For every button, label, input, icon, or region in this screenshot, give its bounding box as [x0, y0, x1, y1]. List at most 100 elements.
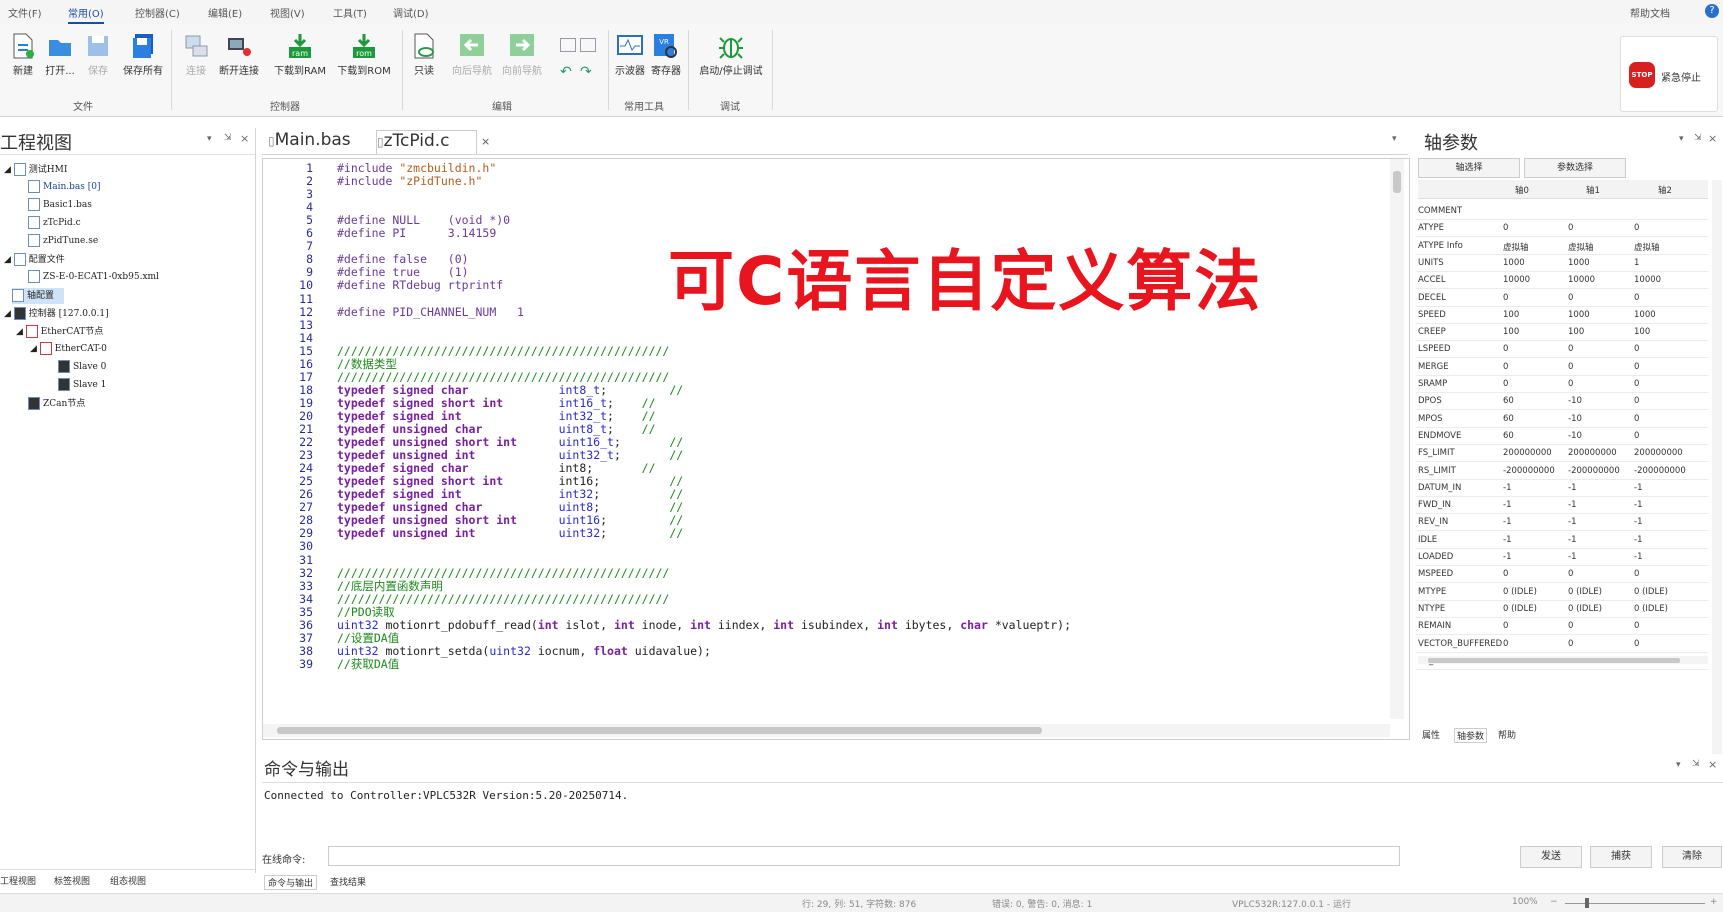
- param-value[interactable]: 0: [1634, 431, 1639, 441]
- download-ram-button[interactable]: ram 下载到RAM: [272, 32, 328, 77]
- zoom-in-icon[interactable]: +: [1710, 897, 1718, 907]
- param-value[interactable]: 0: [1634, 621, 1639, 631]
- param-value[interactable]: 0: [1634, 293, 1639, 303]
- param-value[interactable]: 0: [1568, 223, 1573, 233]
- param-value[interactable]: 0: [1568, 362, 1573, 372]
- scroll-thumb[interactable]: [1393, 171, 1401, 193]
- param-value[interactable]: 0: [1568, 639, 1573, 649]
- menu-file[interactable]: 文件(F): [8, 5, 42, 20]
- tree-item-basic1[interactable]: Basic1.bas: [28, 198, 92, 214]
- param-value[interactable]: 0: [1634, 223, 1639, 233]
- param-value[interactable]: 200000000: [1568, 448, 1617, 458]
- vertical-scrollbar[interactable]: [1712, 180, 1722, 840]
- param-value[interactable]: -200000000: [1503, 466, 1555, 476]
- param-value[interactable]: 1000: [1634, 310, 1656, 320]
- tree-item-project[interactable]: ◢ 测试HMI: [4, 162, 67, 178]
- tree-item-axis-config[interactable]: 轴配置: [12, 288, 64, 304]
- capture-button[interactable]: 捕获: [1590, 846, 1652, 868]
- param-value[interactable]: 0: [1634, 639, 1639, 649]
- param-value[interactable]: 虚拟轴: [1568, 241, 1594, 253]
- scroll-thumb[interactable]: [1428, 658, 1680, 663]
- param-value[interactable]: 200000000: [1503, 448, 1552, 458]
- param-value[interactable]: 0: [1503, 344, 1508, 354]
- param-value[interactable]: 虚拟轴: [1503, 241, 1529, 253]
- panel-dropdown-icon[interactable]: ▾: [207, 134, 212, 144]
- tree-item-config[interactable]: ◢ 配置文件: [4, 252, 65, 268]
- undo-icon[interactable]: ↶: [560, 64, 572, 80]
- save-all-button[interactable]: 保存所有: [120, 32, 166, 77]
- param-value[interactable]: 0: [1503, 621, 1508, 631]
- param-value[interactable]: -1: [1503, 535, 1511, 545]
- disconnect-button[interactable]: 断开连接: [216, 32, 262, 77]
- zoom-out-icon[interactable]: −: [1550, 897, 1558, 907]
- param-value[interactable]: 0: [1634, 414, 1639, 424]
- outdent-icon[interactable]: [580, 38, 596, 52]
- online-command-input[interactable]: [328, 846, 1400, 866]
- param-value[interactable]: -200000000: [1634, 466, 1686, 476]
- param-value[interactable]: 0 (IDLE): [1568, 604, 1602, 614]
- open-button[interactable]: 打开...: [40, 32, 80, 77]
- close-icon[interactable]: ×: [1708, 758, 1717, 771]
- param-value[interactable]: -1: [1503, 517, 1511, 527]
- param-value[interactable]: 虚拟轴: [1634, 241, 1660, 253]
- axis-param-row[interactable]: NTYPE 0 (IDLE) 0 (IDLE) 0 (IDLE): [1416, 600, 1708, 618]
- axis-param-row[interactable]: REV_IN -1 -1 -1: [1416, 513, 1708, 532]
- tab-properties[interactable]: 属性: [1422, 728, 1440, 741]
- tab-close-icon[interactable]: ×: [481, 135, 490, 148]
- param-value[interactable]: 0 (IDLE): [1503, 604, 1537, 614]
- panel-dropdown-icon[interactable]: ▾: [1676, 760, 1681, 770]
- param-value[interactable]: -1: [1634, 552, 1642, 562]
- axis-param-row[interactable]: VECTOR_BUFFERED 0 0 0: [1416, 635, 1708, 653]
- save-button[interactable]: 保存: [78, 32, 118, 77]
- indent-icon[interactable]: [560, 38, 576, 52]
- tree-item-zcan[interactable]: ZCan节点: [28, 396, 85, 412]
- param-value[interactable]: 10000: [1568, 275, 1595, 285]
- axis-param-row[interactable]: CREEP 100 100 100: [1416, 323, 1708, 342]
- param-value[interactable]: 0: [1634, 362, 1639, 372]
- tab-main-bas[interactable]: ▯Main.bas: [268, 130, 351, 152]
- param-value[interactable]: -1: [1503, 500, 1511, 510]
- param-value[interactable]: 0: [1634, 344, 1639, 354]
- param-value[interactable]: 0 (IDLE): [1503, 587, 1537, 597]
- param-value[interactable]: 0: [1634, 379, 1639, 389]
- param-value[interactable]: -10: [1568, 414, 1582, 424]
- close-icon[interactable]: ×: [240, 132, 249, 145]
- menu-tools[interactable]: 工具(T): [333, 5, 367, 20]
- axis-param-row[interactable]: DPOS 60 -10 0: [1416, 392, 1708, 411]
- tree-item-slave0[interactable]: Slave 0: [58, 360, 106, 376]
- zoom-slider-thumb[interactable]: [1585, 898, 1589, 908]
- help-icon[interactable]: ?: [1705, 4, 1719, 18]
- param-value[interactable]: 0 (IDLE): [1634, 604, 1668, 614]
- param-value[interactable]: 100: [1568, 327, 1584, 337]
- tab-project-view[interactable]: 工程视图: [0, 874, 36, 887]
- param-value[interactable]: -10: [1568, 396, 1582, 406]
- axis-param-row[interactable]: MSPEED 0 0 0: [1416, 565, 1708, 584]
- zoom-slider[interactable]: [1565, 898, 1705, 908]
- menu-debug[interactable]: 调试(D): [393, 5, 429, 20]
- param-value[interactable]: 0: [1503, 639, 1508, 649]
- param-value[interactable]: 0: [1568, 379, 1573, 389]
- param-value[interactable]: 200000000: [1634, 448, 1683, 458]
- param-value[interactable]: 0: [1503, 569, 1508, 579]
- tab-find-results[interactable]: 查找结果: [330, 875, 366, 888]
- redo-icon[interactable]: ↷: [580, 64, 592, 80]
- menu-edit[interactable]: 编辑(E): [208, 5, 242, 20]
- param-value[interactable]: -10: [1568, 431, 1582, 441]
- param-value[interactable]: 1000: [1568, 258, 1590, 268]
- axis-param-row[interactable]: ACCEL 10000 10000 10000: [1416, 271, 1708, 290]
- param-value[interactable]: 0: [1568, 344, 1573, 354]
- param-value[interactable]: 0: [1503, 362, 1508, 372]
- menu-controller[interactable]: 控制器(C): [135, 5, 180, 20]
- tree-item-ethercat0[interactable]: ◢ EtherCAT-0: [30, 342, 107, 358]
- axis-param-row[interactable]: LOADED -1 -1 -1: [1416, 548, 1708, 566]
- param-value[interactable]: 100: [1503, 327, 1519, 337]
- menu-common[interactable]: 常用(O): [68, 5, 104, 24]
- pin-icon[interactable]: ⇲: [1694, 133, 1702, 143]
- param-value[interactable]: 1000: [1503, 258, 1525, 268]
- close-icon[interactable]: ×: [1708, 132, 1717, 145]
- connect-button[interactable]: 连接: [176, 32, 216, 77]
- axis-param-row[interactable]: FWD_IN -1 -1 -1: [1416, 496, 1708, 515]
- tab-label-view[interactable]: 标签视图: [54, 874, 90, 887]
- emergency-stop-button[interactable]: STOP 紧急停止: [1620, 36, 1718, 112]
- tab-list-dropdown-icon[interactable]: ▾: [1392, 134, 1397, 144]
